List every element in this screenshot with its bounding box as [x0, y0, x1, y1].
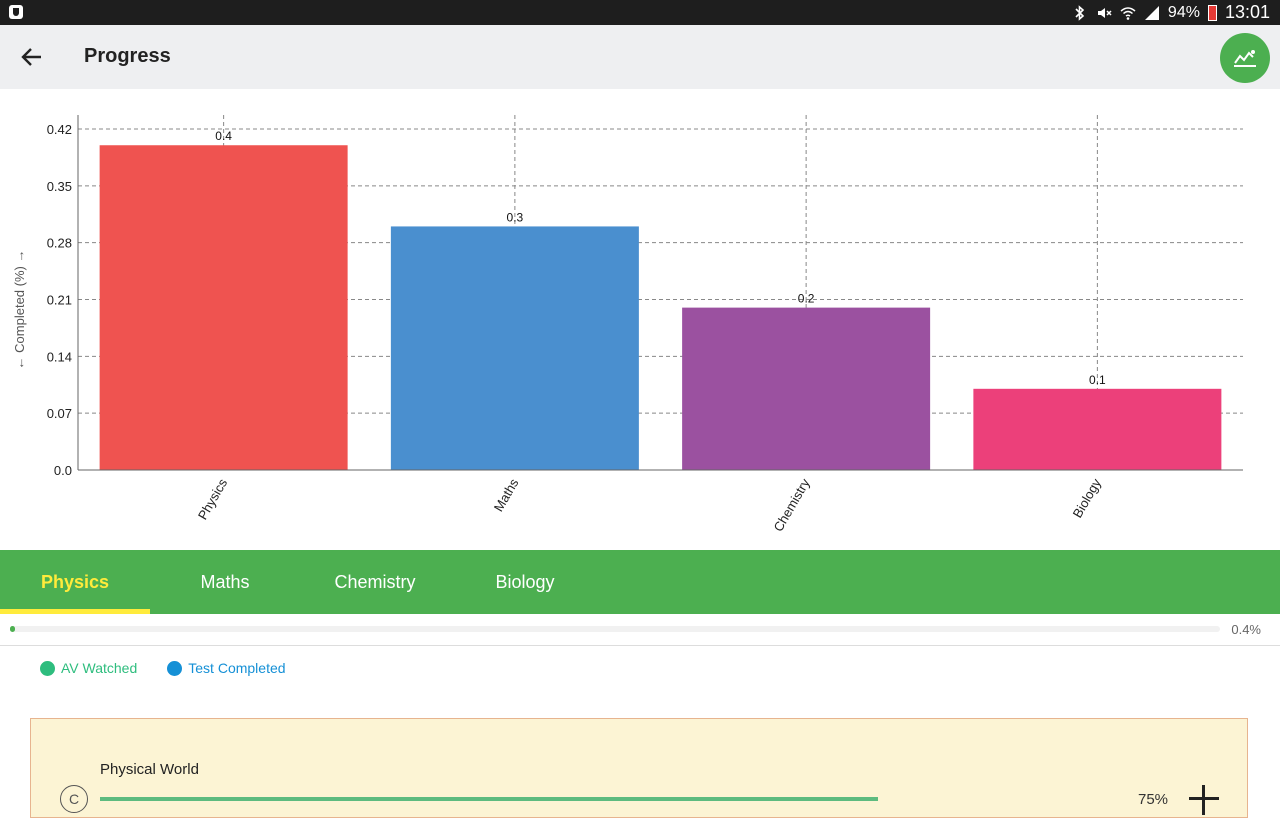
bar-physics: [99, 145, 348, 470]
battery-percent: 94%: [1167, 3, 1200, 21]
bar-maths: [390, 226, 639, 470]
wifi-icon: [1120, 6, 1136, 20]
chapter-badge: C: [60, 785, 88, 813]
y-tick-label: 0.42: [47, 122, 72, 137]
arrow-left-icon: [21, 48, 41, 66]
y-tick-label: 0.07: [47, 406, 72, 421]
data-label: 0.3: [507, 210, 524, 224]
x-tick-label: Maths: [491, 476, 522, 515]
bar-chart: 0.0 0.07 0.14 0.21 0.28 0.35 0.42 0.4 Physics 0.3…: [12, 115, 1243, 535]
page-title: Progress: [84, 45, 171, 67]
bar-biology: [973, 388, 1222, 470]
subject-progress: 0.4%: [0, 614, 1280, 646]
status-bar: 94% 13:01: [0, 0, 1280, 25]
progress-track: [10, 626, 1220, 632]
x-tick-label: Physics: [195, 476, 231, 523]
progress-fill: [10, 626, 15, 632]
plus-icon[interactable]: [1189, 785, 1219, 815]
av-watched-dot: [40, 660, 55, 676]
trend-chart-icon: [1234, 50, 1256, 67]
status-icons: 94% 13:01: [1072, 0, 1270, 25]
back-button[interactable]: [14, 39, 50, 75]
chapter-progress-bar: [100, 797, 878, 801]
subject-tabs: Physics Maths Chemistry Biology: [0, 550, 1280, 614]
mute-icon: [1097, 7, 1112, 18]
data-label: 0.4: [215, 129, 232, 143]
data-label: 0.2: [798, 292, 815, 306]
chapter-card[interactable]: Physical World C 75%: [30, 718, 1248, 818]
shield-icon: [9, 5, 23, 19]
x-tick-label: Chemistry: [770, 476, 812, 535]
bluetooth-icon: [1075, 4, 1085, 21]
legend-av-watched: AV Watched: [40, 660, 137, 676]
progress-percent: 0.4%: [1231, 622, 1261, 637]
tab-maths[interactable]: Maths: [150, 550, 300, 614]
y-tick-label: 0.35: [47, 179, 72, 194]
chapter-title: Physical World: [100, 761, 199, 778]
app-bar: Progress: [0, 25, 1280, 89]
x-tick-label: Biology: [1070, 476, 1105, 521]
bar-chemistry: [682, 307, 931, 470]
legend-test-completed-label: Test Completed: [188, 660, 286, 676]
legend: AV Watched Test Completed: [40, 660, 286, 676]
trend-chart-button[interactable]: [1220, 33, 1270, 83]
clock: 13:01: [1224, 2, 1270, 22]
battery-icon: [1207, 4, 1217, 21]
y-axis-label: ← Completed (%) →: [12, 250, 27, 370]
legend-av-watched-label: AV Watched: [61, 660, 138, 676]
test-completed-dot: [167, 660, 183, 676]
y-tick-label: 0.21: [47, 293, 72, 308]
progress-chart: 0.0 0.07 0.14 0.21 0.28 0.35 0.42 0.4 Physics 0.3…: [0, 89, 1280, 549]
y-tick-label: 0.0: [54, 463, 72, 478]
y-tick-label: 0.14: [47, 349, 72, 364]
signal-icon: [1144, 5, 1159, 20]
tab-chemistry[interactable]: Chemistry: [300, 550, 450, 614]
tab-physics[interactable]: Physics: [0, 550, 150, 614]
y-tick-label: 0.28: [47, 236, 72, 251]
data-label: 0.1: [1089, 373, 1106, 387]
tab-biology[interactable]: Biology: [450, 550, 600, 614]
legend-test-completed: Test Completed: [167, 660, 286, 676]
